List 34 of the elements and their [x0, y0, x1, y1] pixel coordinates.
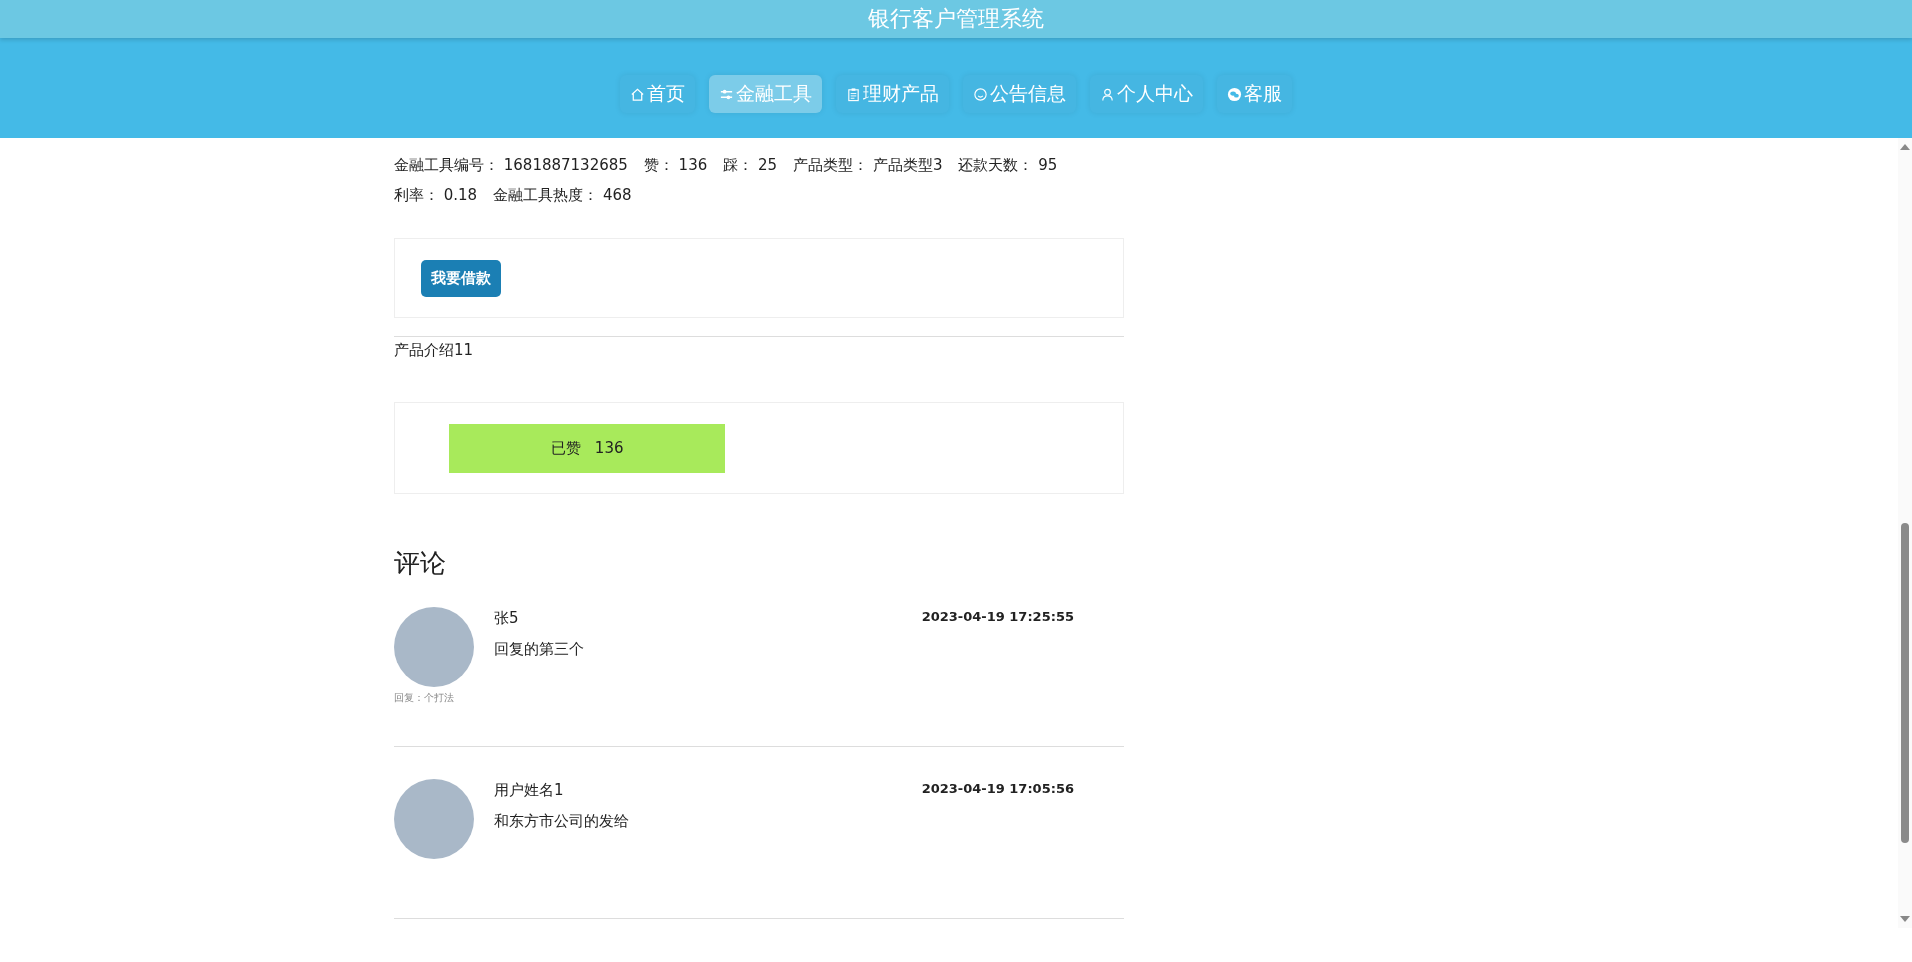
nav-tab[interactable]: 公告信息 [963, 75, 1076, 113]
scroll-up-icon[interactable] [1900, 144, 1910, 150]
reply-note: 回复：个打法 [394, 691, 455, 705]
loan-button[interactable]: 我要借款 [421, 259, 501, 297]
info-field: 还款天数： 95 [958, 155, 1058, 175]
info-field: 踩： 25 [723, 155, 778, 175]
product-description: 产品介绍11 [394, 341, 475, 360]
site-title: 银行客户管理系统 [868, 5, 1044, 33]
info-field: 产品类型： 产品类型3 [793, 155, 943, 175]
commenter-name: 张5 [494, 609, 519, 628]
smiley-icon [973, 86, 988, 102]
comment-text: 回复的第三个 [494, 640, 585, 659]
info-field: 金融工具热度： 468 [493, 185, 632, 205]
nav-tab[interactable]: 理财产品 [836, 75, 949, 113]
clipboard-icon [846, 86, 861, 102]
nav-tab[interactable]: 客服 [1217, 75, 1292, 113]
chat-icon [1227, 86, 1242, 102]
home-icon [630, 86, 645, 102]
commenter-name: 用户姓名1 [494, 781, 564, 800]
comment-time: 2023-04-19 17:05:56 [921, 781, 1074, 798]
nav-tab[interactable]: 首页 [620, 75, 695, 113]
comment-time: 2023-04-19 17:25:55 [921, 609, 1074, 626]
person-icon [1100, 86, 1115, 102]
comment-text: 和东方市公司的发给 [494, 812, 630, 831]
scrollbar[interactable] [1898, 138, 1912, 928]
info-field: 赞： 136 [643, 155, 708, 175]
nav-tab[interactable]: 金融工具 [709, 75, 822, 113]
comments-heading: 评论 [394, 547, 447, 580]
info-field: 金融工具编号： 1681887132685 [394, 155, 628, 175]
scroll-down-icon[interactable] [1900, 916, 1910, 922]
nav-tab[interactable]: 个人中心 [1090, 75, 1203, 113]
scroll-thumb[interactable] [1901, 523, 1909, 843]
like-button[interactable]: 已赞 136 [449, 423, 725, 473]
info-field: 利率： 0.18 [394, 185, 478, 205]
